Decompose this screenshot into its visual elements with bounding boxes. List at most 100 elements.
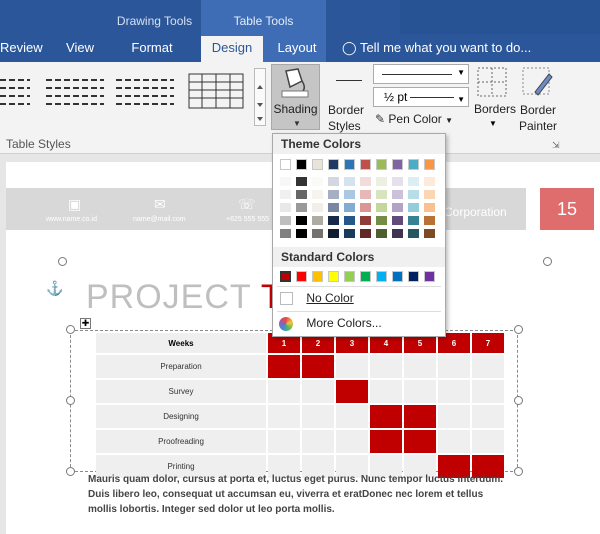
theme-color-swatch[interactable] (328, 159, 339, 170)
theme-color-shade[interactable] (376, 203, 387, 212)
gantt-empty-cell[interactable] (438, 380, 470, 403)
gantt-task-label[interactable]: Preparation (96, 355, 266, 378)
gantt-empty-cell[interactable] (438, 405, 470, 428)
standard-color-swatch[interactable] (392, 271, 403, 282)
table-style-thumb-2[interactable] (46, 72, 104, 116)
resize-handle[interactable] (66, 325, 75, 334)
tell-me-box[interactable]: ◯ Tell me what you want to do... (342, 36, 582, 62)
tab-design[interactable]: Design (201, 36, 263, 62)
theme-color-shade[interactable] (360, 177, 371, 186)
project-title[interactable]: PROJECT T (86, 278, 283, 317)
theme-color-shade[interactable] (312, 216, 323, 225)
theme-color-shade[interactable] (392, 177, 403, 186)
theme-color-swatch[interactable] (360, 159, 371, 170)
theme-color-shade[interactable] (344, 203, 355, 212)
theme-color-shade[interactable] (376, 229, 387, 238)
border-painter-icon[interactable] (521, 66, 555, 100)
gantt-empty-cell[interactable] (404, 380, 436, 403)
gantt-empty-cell[interactable] (268, 380, 300, 403)
theme-color-swatch[interactable] (312, 159, 323, 170)
body-paragraph[interactable]: Mauris quam dolor, cursus at porta et, l… (88, 472, 508, 517)
theme-color-shade[interactable] (328, 229, 339, 238)
theme-color-shade[interactable] (424, 190, 435, 199)
theme-color-shade[interactable] (376, 216, 387, 225)
theme-color-shade[interactable] (376, 177, 387, 186)
theme-color-shade[interactable] (392, 229, 403, 238)
theme-color-shade[interactable] (328, 177, 339, 186)
theme-color-shade[interactable] (360, 203, 371, 212)
gantt-table[interactable]: Weeks 1 2 3 4 5 6 7 Preparation Survey Des… (94, 331, 506, 480)
theme-color-shade[interactable] (344, 177, 355, 186)
line-weight-dropdown[interactable]: ½ pt ▼ (373, 87, 469, 107)
table-style-thumb-1[interactable] (0, 72, 50, 116)
gantt-empty-cell[interactable] (302, 430, 334, 453)
theme-color-shade[interactable] (424, 216, 435, 225)
theme-color-shade[interactable] (408, 177, 419, 186)
no-color-option[interactable]: No Color (273, 286, 445, 310)
theme-color-shade[interactable] (408, 203, 419, 212)
theme-color-shade[interactable] (280, 229, 291, 238)
resize-handle[interactable] (514, 325, 523, 334)
tab-layout[interactable]: Layout (268, 36, 326, 62)
pen-color-button[interactable]: ✎ Pen Color ▼ (375, 112, 453, 126)
gantt-empty-cell[interactable] (268, 405, 300, 428)
theme-color-shade[interactable] (312, 203, 323, 212)
tab-review[interactable]: Review (0, 36, 43, 62)
standard-color-swatch[interactable] (360, 271, 371, 282)
theme-color-shade[interactable] (344, 216, 355, 225)
theme-color-swatch[interactable] (424, 159, 435, 170)
tab-view[interactable]: View (60, 36, 100, 62)
theme-color-shade[interactable] (392, 203, 403, 212)
theme-color-shade[interactable] (376, 190, 387, 199)
line-style-dropdown[interactable]: ▼ (373, 64, 469, 84)
table-style-thumb-3[interactable] (116, 72, 174, 116)
gantt-task-label[interactable]: Survey (96, 380, 266, 403)
theme-color-shade[interactable] (408, 216, 419, 225)
theme-color-shade[interactable] (424, 177, 435, 186)
theme-color-shade[interactable] (312, 229, 323, 238)
gantt-empty-cell[interactable] (336, 405, 368, 428)
theme-color-shade[interactable] (408, 229, 419, 238)
resize-handle[interactable] (58, 257, 67, 266)
gantt-filled-cell[interactable] (404, 430, 436, 453)
resize-handle[interactable] (543, 257, 552, 266)
gantt-filled-cell[interactable] (370, 405, 402, 428)
theme-color-shade[interactable] (296, 216, 307, 225)
gantt-empty-cell[interactable] (370, 355, 402, 378)
theme-color-shade[interactable] (280, 190, 291, 199)
gantt-filled-cell[interactable] (404, 405, 436, 428)
theme-color-shade[interactable] (424, 203, 435, 212)
theme-color-shade[interactable] (328, 190, 339, 199)
theme-color-shade[interactable] (296, 177, 307, 186)
styles-gallery-scroll[interactable] (254, 68, 266, 126)
gantt-empty-cell[interactable] (438, 355, 470, 378)
standard-color-swatch[interactable] (408, 271, 419, 282)
more-colors-option[interactable]: More Colors... (273, 311, 445, 335)
resize-handle[interactable] (514, 396, 523, 405)
standard-color-swatch[interactable] (376, 271, 387, 282)
gantt-empty-cell[interactable] (404, 355, 436, 378)
theme-color-swatch[interactable] (344, 159, 355, 170)
theme-color-shade[interactable] (296, 190, 307, 199)
gantt-empty-cell[interactable] (336, 355, 368, 378)
theme-color-shade[interactable] (312, 190, 323, 199)
gantt-empty-cell[interactable] (472, 430, 504, 453)
theme-color-shade[interactable] (344, 190, 355, 199)
standard-color-swatch[interactable] (344, 271, 355, 282)
table-style-thumb-4[interactable] (188, 72, 244, 116)
gantt-empty-cell[interactable] (336, 430, 368, 453)
standard-color-swatch[interactable] (280, 271, 291, 282)
gantt-filled-cell[interactable] (302, 355, 334, 378)
gantt-filled-cell[interactable] (336, 380, 368, 403)
standard-color-swatch[interactable] (424, 271, 435, 282)
theme-color-shade[interactable] (280, 203, 291, 212)
theme-color-shade[interactable] (392, 216, 403, 225)
border-styles-button[interactable]: Border Styles (328, 102, 368, 134)
theme-color-shade[interactable] (360, 216, 371, 225)
table-move-handle-icon[interactable]: ✚ (80, 318, 91, 329)
theme-color-swatch[interactable] (376, 159, 387, 170)
resize-handle[interactable] (66, 396, 75, 405)
gantt-empty-cell[interactable] (438, 430, 470, 453)
theme-color-shade[interactable] (424, 229, 435, 238)
theme-color-shade[interactable] (408, 190, 419, 199)
